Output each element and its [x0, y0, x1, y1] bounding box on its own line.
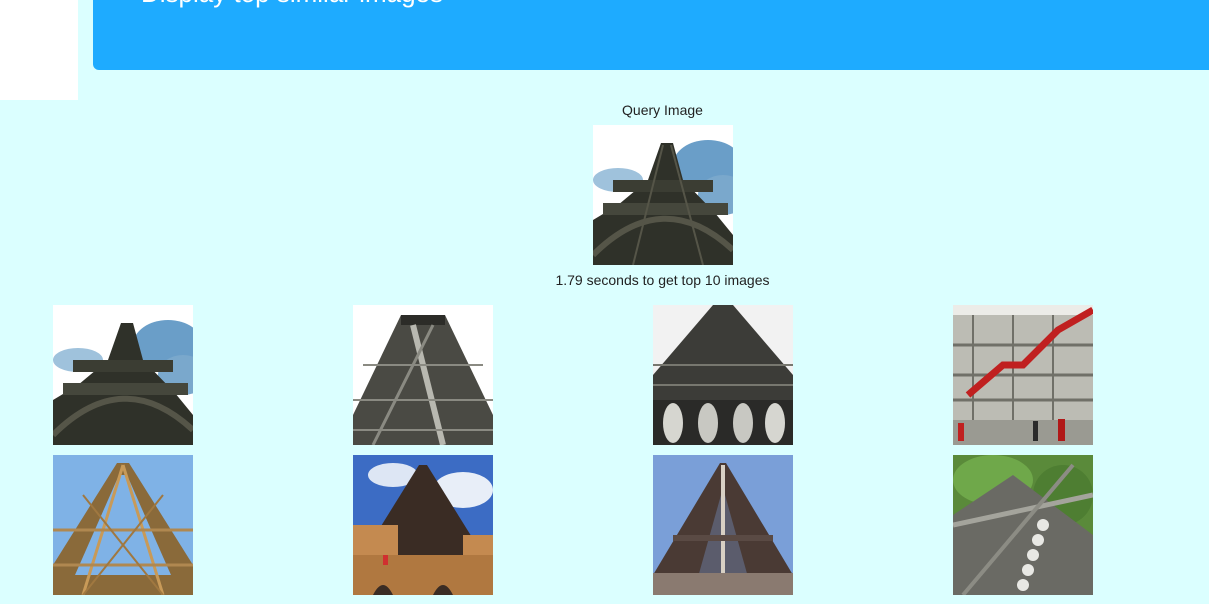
result-thumbnail-6[interactable] [353, 455, 493, 595]
result-thumbnail-1[interactable] [53, 305, 193, 445]
result-thumbnail-8[interactable] [953, 455, 1093, 595]
result-thumbnail-2[interactable] [353, 305, 493, 445]
banner-title: Display top similar images [141, 0, 443, 9]
query-image-label: Query Image [622, 102, 703, 118]
page: Display top similar images Query Image 1… [0, 0, 1209, 604]
result-thumbnail-3[interactable] [653, 305, 793, 445]
search-timing-text: 1.79 seconds to get top 10 images [555, 272, 770, 288]
result-thumbnail-7[interactable] [653, 455, 793, 595]
left-white-panel [0, 0, 78, 100]
header-banner: Display top similar images [93, 0, 1209, 70]
query-image [593, 125, 733, 265]
result-thumbnail-4[interactable] [953, 305, 1093, 445]
result-thumbnail-5[interactable] [53, 455, 193, 595]
